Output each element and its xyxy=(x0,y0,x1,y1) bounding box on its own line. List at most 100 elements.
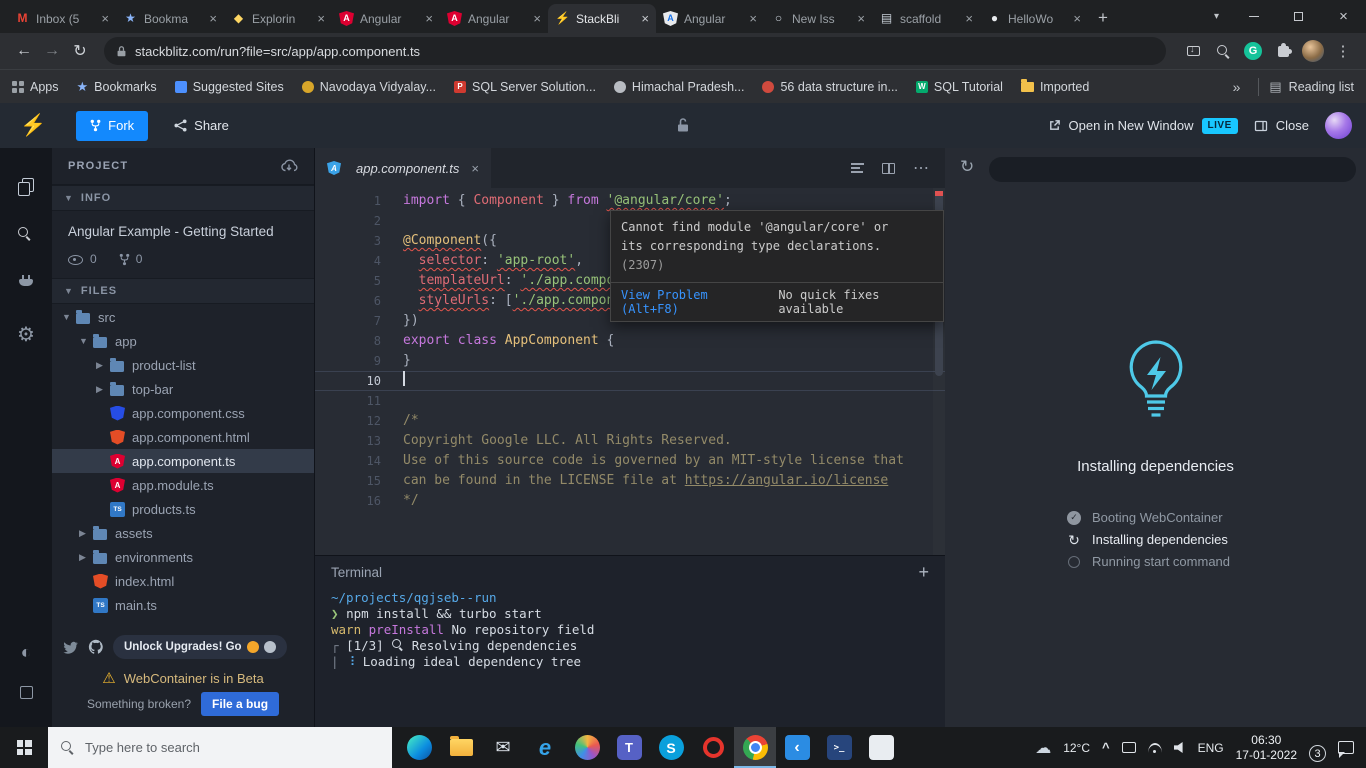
search-icon[interactable] xyxy=(18,227,34,243)
new-terminal-icon[interactable]: + xyxy=(918,562,929,583)
stackblitz-logo-icon[interactable]: ⚡ xyxy=(20,114,46,138)
taskbar-app-file-explorer[interactable] xyxy=(440,727,482,768)
window-minimize-button[interactable] xyxy=(1231,0,1276,33)
bookmarks-overflow-icon[interactable]: » xyxy=(1225,79,1249,95)
start-button[interactable] xyxy=(0,727,48,768)
reload-button[interactable]: ↻ xyxy=(66,37,94,65)
chevron-right-icon[interactable]: ▶ xyxy=(79,552,93,563)
tab-close-icon[interactable]: × xyxy=(965,11,973,26)
unlock-upgrades-button[interactable]: Unlock Upgrades! Go xyxy=(113,635,287,659)
tab-close-icon[interactable]: × xyxy=(209,11,217,26)
tab-close-icon[interactable]: × xyxy=(749,11,757,26)
language-label[interactable]: ENG xyxy=(1198,741,1224,755)
browser-tab[interactable]: ★ Bookma × xyxy=(116,4,224,33)
browser-tab[interactable]: A Angular × xyxy=(440,4,548,33)
grammarly-extension-icon[interactable]: G xyxy=(1240,38,1266,64)
back-button[interactable]: ← xyxy=(10,37,38,65)
browser-menu-icon[interactable]: ⋮ xyxy=(1330,38,1356,64)
tree-file-row[interactable]: index.html xyxy=(52,569,314,593)
browser-tab[interactable]: ⚡ StackBli × xyxy=(548,4,656,33)
taskbar-app-vscode[interactable]: ‹ xyxy=(776,727,818,768)
extensions-puzzle-icon[interactable] xyxy=(1270,38,1296,64)
theme-toggle-icon[interactable]: ◐ xyxy=(21,642,32,663)
tree-folder-row[interactable]: ▶ top-bar xyxy=(52,377,314,401)
tree-file-row[interactable]: app.component.html xyxy=(52,425,314,449)
reading-list-button[interactable]: ▤ Reading list xyxy=(1269,79,1354,95)
tree-folder-row[interactable]: ▶ assets xyxy=(52,521,314,545)
taskbar-app-skype[interactable]: S xyxy=(650,727,692,768)
tab-close-icon[interactable]: × xyxy=(1073,11,1081,26)
chevron-right-icon[interactable]: ▶ xyxy=(96,360,110,371)
code-line[interactable]: 1 import { Component } from '@angular/cor… xyxy=(315,191,945,211)
share-button[interactable]: Share xyxy=(174,118,229,133)
ports-icon[interactable] xyxy=(19,275,33,290)
chevron-down-icon[interactable]: ▼ xyxy=(62,312,76,322)
code-line[interactable]: 12 /* xyxy=(315,411,945,431)
bookmark-item[interactable]: Apps xyxy=(12,80,59,94)
tree-file-row[interactable]: app.component.css xyxy=(52,401,314,425)
code-line[interactable]: 14 Use of this source code is governed by… xyxy=(315,451,945,471)
browser-tab[interactable]: ◆ Explorin × xyxy=(224,4,332,33)
editor-more-icon[interactable]: ⋯ xyxy=(913,158,929,178)
address-bar[interactable]: stackblitz.com/run?file=src/app/app.comp… xyxy=(104,37,1166,65)
tree-folder-row[interactable]: ▼ app xyxy=(52,329,314,353)
code-line[interactable]: 13 Copyright Google LLC. All Rights Reser… xyxy=(315,431,945,451)
weather-cloud-icon[interactable]: ☁ xyxy=(1035,738,1051,758)
hidden-icons-chevron[interactable]: ^ xyxy=(1102,740,1110,755)
browser-tab[interactable]: ○ New Iss × xyxy=(764,4,872,33)
action-center-icon[interactable] xyxy=(1338,741,1354,758)
tree-file-row[interactable]: Aapp.component.ts xyxy=(52,449,314,473)
tree-file-row[interactable]: TS products.ts xyxy=(52,497,314,521)
project-files-icon[interactable] xyxy=(18,178,34,196)
browser-tab[interactable]: M Inbox (5 × xyxy=(8,4,116,33)
user-avatar[interactable] xyxy=(1325,112,1352,139)
tree-file-row[interactable]: Aapp.module.ts xyxy=(52,473,314,497)
code-line[interactable]: 10 xyxy=(315,371,945,391)
code-line[interactable]: 16 */ xyxy=(315,491,945,511)
taskbar-app-mail[interactable]: ✉ xyxy=(482,727,524,768)
browser-tab[interactable]: A Angular × xyxy=(656,4,764,33)
chevron-right-icon[interactable]: ▶ xyxy=(79,528,93,539)
download-project-icon[interactable] xyxy=(280,159,298,173)
taskbar-app-powershell[interactable]: >_ xyxy=(818,727,860,768)
bookmark-item[interactable]: W SQL Tutorial xyxy=(915,80,1003,94)
info-section-header[interactable]: ▼ INFO xyxy=(52,185,314,211)
tree-file-row[interactable]: TS main.ts xyxy=(52,593,314,617)
taskbar-search[interactable]: Type here to search xyxy=(48,727,392,768)
taskbar-clock[interactable]: 06:30 17-01-2022 xyxy=(1236,733,1297,763)
tree-folder-row[interactable]: ▶ product-list xyxy=(52,353,314,377)
browser-tab[interactable]: A Angular × xyxy=(332,4,440,33)
browser-tab[interactable]: ● HelloWo × xyxy=(980,4,1088,33)
tab-search-icon[interactable]: ▾ xyxy=(1202,11,1231,22)
files-section-header[interactable]: ▼ FILES xyxy=(52,278,314,304)
tab-close-icon[interactable]: × xyxy=(317,11,325,26)
bookmark-item[interactable]: 56 data structure in... xyxy=(762,80,898,94)
tab-close-icon[interactable]: × xyxy=(101,11,109,26)
tree-folder-row[interactable]: ▼ src xyxy=(52,305,314,329)
chevron-down-icon[interactable]: ▼ xyxy=(79,336,93,346)
install-app-icon[interactable] xyxy=(1180,38,1206,64)
network-icon[interactable] xyxy=(1147,742,1162,753)
taskbar-app-edge[interactable] xyxy=(398,727,440,768)
tab-close-icon[interactable]: × xyxy=(641,11,649,26)
file-a-bug-button[interactable]: File a bug xyxy=(201,692,280,716)
display-tray-icon[interactable] xyxy=(1121,742,1136,753)
taskbar-app-paint[interactable] xyxy=(860,727,902,768)
editor-tab[interactable]: A app.component.ts × xyxy=(315,148,491,188)
taskbar-app-teams[interactable]: T xyxy=(608,727,650,768)
profile-avatar[interactable] xyxy=(1300,38,1326,64)
code-line[interactable]: 8 export class AppComponent { xyxy=(315,331,945,351)
code-editor[interactable]: 1 import { Component } from '@angular/cor… xyxy=(315,188,945,555)
browser-tab[interactable]: ▤ scaffold × xyxy=(872,4,980,33)
volume-icon[interactable] xyxy=(1173,741,1183,754)
bookmark-item[interactable]: ★ Bookmarks xyxy=(77,80,157,94)
privacy-lock-icon[interactable] xyxy=(676,117,690,133)
forward-button[interactable]: → xyxy=(38,37,66,65)
settings-gear-icon[interactable]: ⚙ xyxy=(17,322,35,347)
tab-close-icon[interactable]: × xyxy=(425,11,433,26)
format-code-icon[interactable] xyxy=(851,162,864,174)
layout-icon[interactable] xyxy=(19,686,33,699)
code-line[interactable]: 9} xyxy=(315,351,945,371)
window-close-button[interactable]: × xyxy=(1321,0,1366,33)
github-icon[interactable] xyxy=(88,639,104,655)
